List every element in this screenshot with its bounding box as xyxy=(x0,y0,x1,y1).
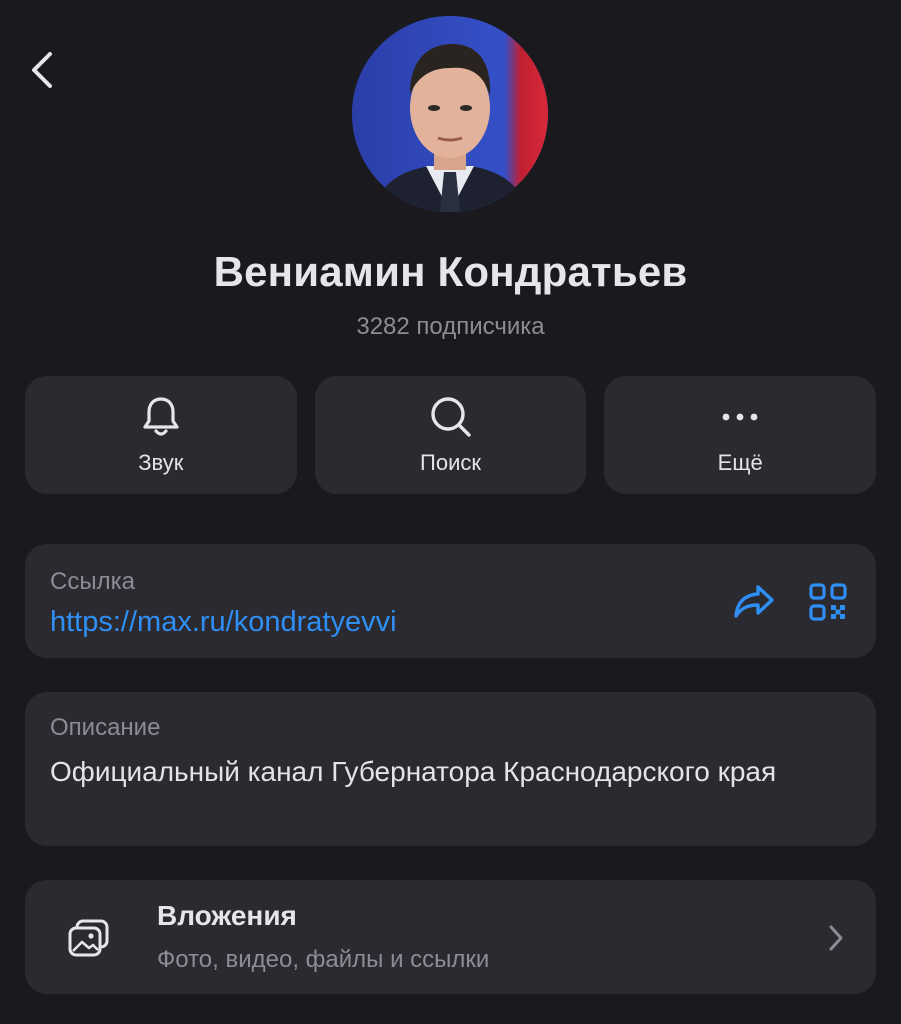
gallery-icon xyxy=(68,919,109,957)
bell-icon xyxy=(143,397,179,436)
share-arrow-icon xyxy=(734,585,774,618)
qr-code-button[interactable] xyxy=(805,580,851,624)
sound-label: Звук xyxy=(138,450,184,475)
chevron-left-icon xyxy=(32,52,52,88)
description-text: Официальный канал Губернатора Краснодарс… xyxy=(50,756,777,787)
more-button[interactable]: Ещё xyxy=(604,376,877,494)
search-button[interactable]: Поиск xyxy=(314,376,587,494)
avatar[interactable] xyxy=(352,16,548,212)
description-card: Описание Официальный канал Губернатора К… xyxy=(25,692,876,846)
channel-profile-screen: Вениамин Кондратьев 3282 подписчика Звук… xyxy=(0,0,901,1024)
link-card: Ссылка https://max.ru/kondratyevvi xyxy=(25,544,876,658)
channel-name: Вениамин Кондратьев xyxy=(213,248,688,295)
avatar-image xyxy=(352,16,548,212)
search-icon xyxy=(430,397,471,437)
link-caption: Ссылка xyxy=(50,568,135,595)
search-label: Поиск xyxy=(420,450,481,475)
back-button[interactable] xyxy=(14,40,70,100)
more-dots-icon xyxy=(722,413,758,421)
more-label: Ещё xyxy=(717,450,763,475)
subscriber-count: 3282 подписчика xyxy=(356,313,545,340)
attachments-title: Вложения xyxy=(157,900,297,931)
share-button[interactable] xyxy=(731,580,777,624)
attachments-row[interactable]: Вложения Фото, видео, файлы и ссылки xyxy=(25,880,876,994)
channel-link[interactable]: https://max.ru/kondratyevvi xyxy=(50,606,397,639)
chevron-right-icon xyxy=(829,925,843,951)
qr-code-icon xyxy=(809,583,847,621)
attachments-subtitle: Фото, видео, файлы и ссылки xyxy=(157,946,490,973)
sound-button[interactable]: Звук xyxy=(25,376,297,494)
action-bar: Звук Поиск Ещё xyxy=(25,376,877,494)
description-caption: Описание xyxy=(50,714,161,741)
